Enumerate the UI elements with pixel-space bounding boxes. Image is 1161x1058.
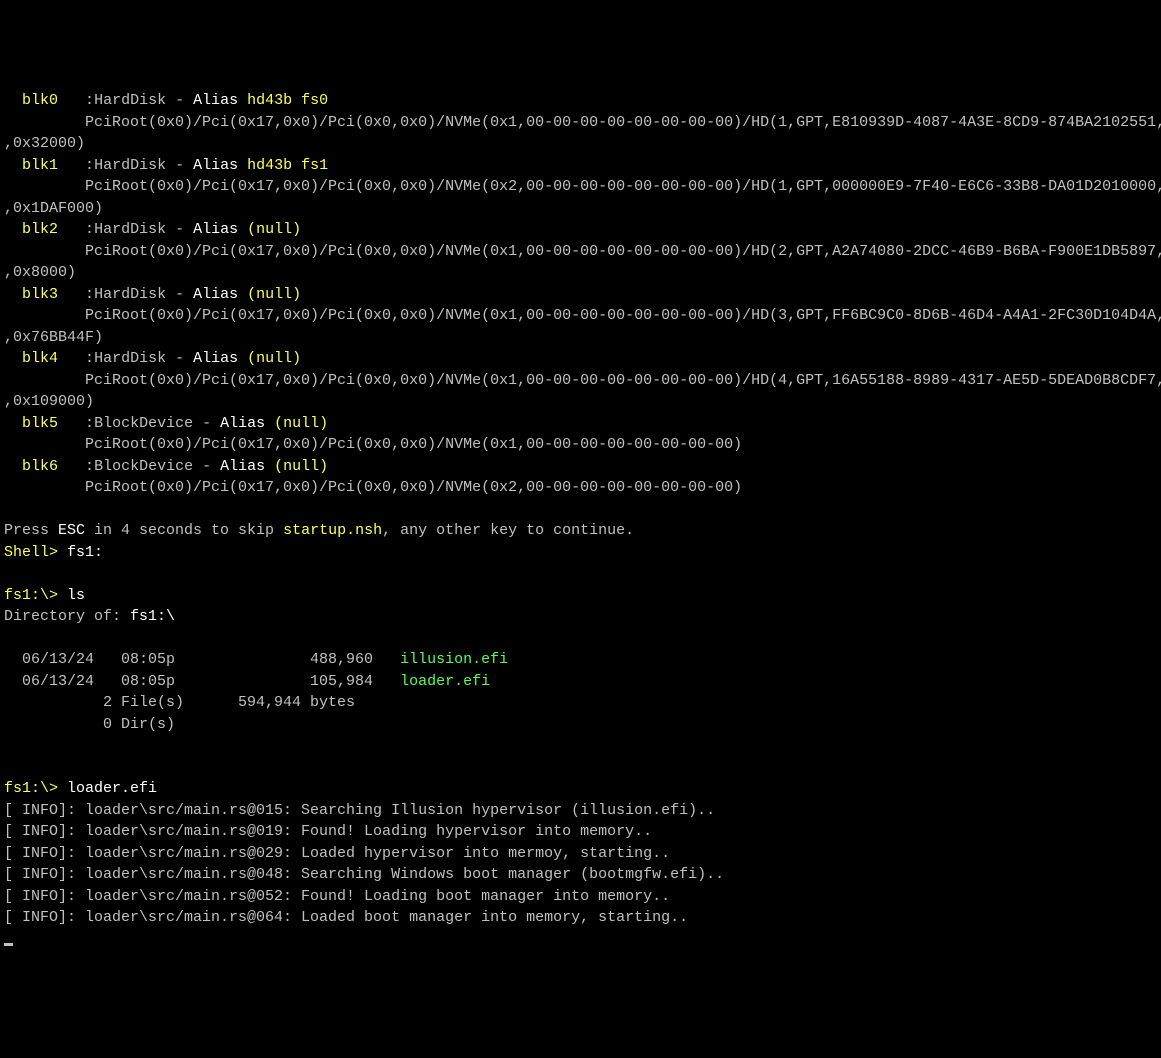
device-path: ,0x32000) (4, 135, 85, 152)
alias-label: Alias (193, 92, 247, 109)
blk-colon: : (85, 415, 94, 432)
dir-path: fs1:\ (130, 608, 175, 625)
device-path: ,0x8000) (4, 264, 76, 281)
log-line: [ INFO]: loader\src/main.rs@048: Searchi… (4, 866, 724, 883)
device-path: PciRoot(0x0)/Pci(0x17,0x0)/Pci(0x0,0x0)/… (4, 114, 1161, 131)
blk-colon: : (85, 92, 94, 109)
device-path: PciRoot(0x0)/Pci(0x17,0x0)/Pci(0x0,0x0)/… (4, 372, 1161, 389)
log-line: [ INFO]: loader\src/main.rs@019: Found! … (4, 823, 652, 840)
alias-label: Alias (193, 350, 247, 367)
fs-prompt: fs1:\> (4, 587, 67, 604)
alias-value: hd43b fs0 (247, 92, 328, 109)
device-path: PciRoot(0x0)/Pci(0x17,0x0)/Pci(0x0,0x0)/… (4, 479, 742, 496)
pad (4, 350, 22, 367)
log-line: [ INFO]: loader\src/main.rs@064: Loaded … (4, 909, 688, 926)
ls-cmd: ls (67, 587, 85, 604)
pad (4, 415, 22, 432)
alias-label: Alias (193, 157, 247, 174)
blk-colon: : (85, 350, 94, 367)
alias-label: Alias (193, 286, 247, 303)
blk-colon: : (85, 286, 94, 303)
blk-dash: - (166, 157, 193, 174)
blk-dash: - (193, 415, 220, 432)
blk-colon: : (85, 221, 94, 238)
alias-value: (null) (247, 286, 301, 303)
cursor (4, 943, 13, 946)
file-row: 06/13/24 08:05p 488,960 (4, 651, 400, 668)
pad (58, 92, 85, 109)
shell-cmd: fs1: (67, 544, 103, 561)
device-path: ,0x1DAF000) (4, 200, 103, 217)
fs-prompt: fs1:\> (4, 780, 67, 797)
pad (58, 286, 85, 303)
pad (4, 92, 22, 109)
device-path: PciRoot(0x0)/Pci(0x17,0x0)/Pci(0x0,0x0)/… (4, 307, 1161, 324)
blk-id: blk4 (22, 350, 58, 367)
pad (58, 350, 85, 367)
alias-label: Alias (220, 415, 274, 432)
startup-end: , any other key to continue. (382, 522, 634, 539)
startup-press: Press (4, 522, 58, 539)
blk-id: blk6 (22, 458, 58, 475)
blk-type: HardDisk (94, 286, 166, 303)
blk-type: HardDisk (94, 92, 166, 109)
pad (4, 286, 22, 303)
blk-id: blk2 (22, 221, 58, 238)
pad (58, 157, 85, 174)
shell-prompt: Shell> (4, 544, 67, 561)
alias-value: (null) (274, 415, 328, 432)
blk-dash: - (166, 92, 193, 109)
pad (4, 221, 22, 238)
blk-type: HardDisk (94, 350, 166, 367)
blk-type: HardDisk (94, 157, 166, 174)
blk-type: BlockDevice (94, 415, 193, 432)
startup-mid: in 4 seconds to skip (85, 522, 283, 539)
blk-colon: : (85, 458, 94, 475)
pad (58, 221, 85, 238)
blk-dash: - (166, 221, 193, 238)
summary-dirs: 0 Dir(s) (4, 716, 175, 733)
blk-dash: - (166, 286, 193, 303)
device-path: PciRoot(0x0)/Pci(0x17,0x0)/Pci(0x0,0x0)/… (4, 243, 1161, 260)
log-line: [ INFO]: loader\src/main.rs@052: Found! … (4, 888, 670, 905)
alias-value: (null) (247, 221, 301, 238)
blk-id: blk3 (22, 286, 58, 303)
blk-id: blk5 (22, 415, 58, 432)
blk-type: HardDisk (94, 221, 166, 238)
summary-files: 2 File(s) 594,944 bytes (4, 694, 355, 711)
log-line: [ INFO]: loader\src/main.rs@015: Searchi… (4, 802, 715, 819)
device-path: ,0x76BB44F) (4, 329, 103, 346)
pad (4, 157, 22, 174)
terminal-output[interactable]: blk0 :HardDisk - Alias hd43b fs0 PciRoot… (4, 90, 1157, 950)
pad (58, 415, 85, 432)
run-cmd: loader.efi (67, 780, 157, 797)
file-name: loader.efi (400, 673, 490, 690)
file-row: 06/13/24 08:05p 105,984 (4, 673, 400, 690)
log-line: [ INFO]: loader\src/main.rs@029: Loaded … (4, 845, 670, 862)
file-name: illusion.efi (400, 651, 508, 668)
alias-label: Alias (220, 458, 274, 475)
alias-label: Alias (193, 221, 247, 238)
blk-colon: : (85, 157, 94, 174)
device-path: PciRoot(0x0)/Pci(0x17,0x0)/Pci(0x0,0x0)/… (4, 178, 1161, 195)
alias-value: (null) (247, 350, 301, 367)
pad (4, 458, 22, 475)
blk-dash: - (193, 458, 220, 475)
blk-id: blk1 (22, 157, 58, 174)
blk-dash: - (166, 350, 193, 367)
device-path: ,0x109000) (4, 393, 94, 410)
startup-file: startup.nsh (283, 522, 382, 539)
esc-key: ESC (58, 522, 85, 539)
alias-value: hd43b fs1 (247, 157, 328, 174)
blk-type: BlockDevice (94, 458, 193, 475)
pad (58, 458, 85, 475)
device-path: PciRoot(0x0)/Pci(0x17,0x0)/Pci(0x0,0x0)/… (4, 436, 742, 453)
blk-id: blk0 (22, 92, 58, 109)
alias-value: (null) (274, 458, 328, 475)
dir-of: Directory of: (4, 608, 130, 625)
